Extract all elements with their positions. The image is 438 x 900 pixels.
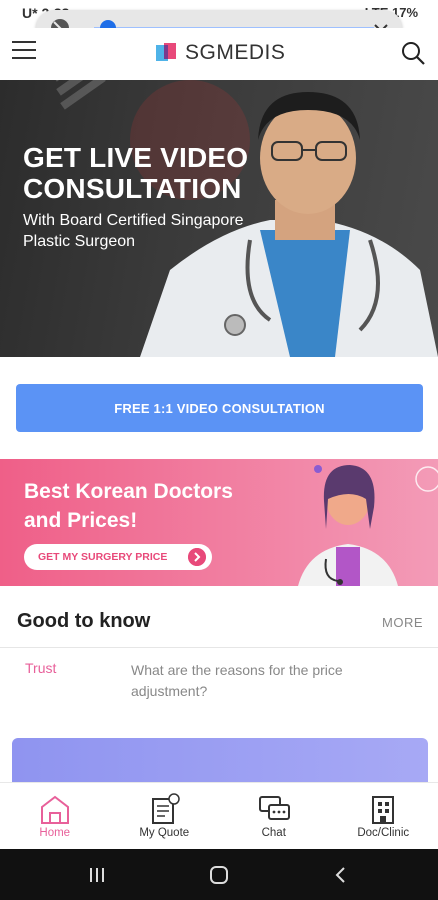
arrow-right-icon — [188, 548, 206, 566]
recent-apps-icon[interactable] — [86, 864, 108, 886]
list-item[interactable]: Trust What are the reasons for the price… — [25, 657, 425, 707]
nav-doc-clinic[interactable]: Doc/Clinic — [329, 783, 438, 849]
nav-doc-clinic-label: Doc/Clinic — [357, 827, 410, 839]
nav-home[interactable]: Home — [0, 783, 110, 849]
item-tag: Trust — [25, 660, 57, 676]
nav-chat-label: Chat — [261, 827, 286, 839]
home-icon — [40, 795, 69, 824]
item-question: What are the reasons for the price adjus… — [131, 662, 343, 699]
nav-home-label: Home — [39, 827, 71, 839]
divider — [0, 647, 438, 648]
home-button-icon[interactable] — [208, 864, 230, 886]
promo-title: Best Korean Doctors and Prices! — [24, 480, 233, 532]
promo-banner[interactable]: Best Korean Doctors and Prices! GET MY S… — [0, 459, 438, 586]
system-navigation-bar — [0, 849, 438, 900]
doctor-photo — [140, 92, 438, 357]
quote-icon — [152, 793, 180, 824]
app-header: SGMEDIS — [0, 28, 438, 80]
nav-my-quote[interactable]: My Quote — [110, 783, 220, 849]
chat-icon — [258, 796, 290, 820]
doctor-illustration — [298, 465, 438, 586]
brand-name: SGMEDIS — [185, 41, 286, 64]
promo-cta-label: GET MY SURGERY PRICE — [38, 551, 168, 563]
search-icon[interactable] — [400, 40, 426, 66]
hero-banner[interactable]: GET LIVE VIDEO CONSULTATION With Board C… — [0, 80, 438, 357]
get-surgery-price-button[interactable]: GET MY SURGERY PRICE — [24, 544, 212, 570]
bottom-navigation: Home My Quote Chat Doc/Clinic — [0, 782, 438, 849]
nav-my-quote-label: My Quote — [139, 827, 190, 839]
hamburger-menu-icon[interactable] — [12, 41, 36, 63]
clinic-icon — [372, 796, 395, 824]
nav-chat[interactable]: Chat — [219, 783, 329, 849]
back-icon[interactable] — [330, 864, 352, 886]
more-link[interactable]: MORE — [382, 615, 423, 630]
brand-logo[interactable]: SGMEDIS — [155, 40, 285, 66]
free-video-consultation-button[interactable]: FREE 1:1 VIDEO CONSULTATION — [16, 384, 423, 432]
section-title: Good to know — [17, 610, 151, 632]
good-to-know-header: Good to know MORE — [17, 608, 423, 638]
logo-mark-icon — [156, 43, 176, 61]
